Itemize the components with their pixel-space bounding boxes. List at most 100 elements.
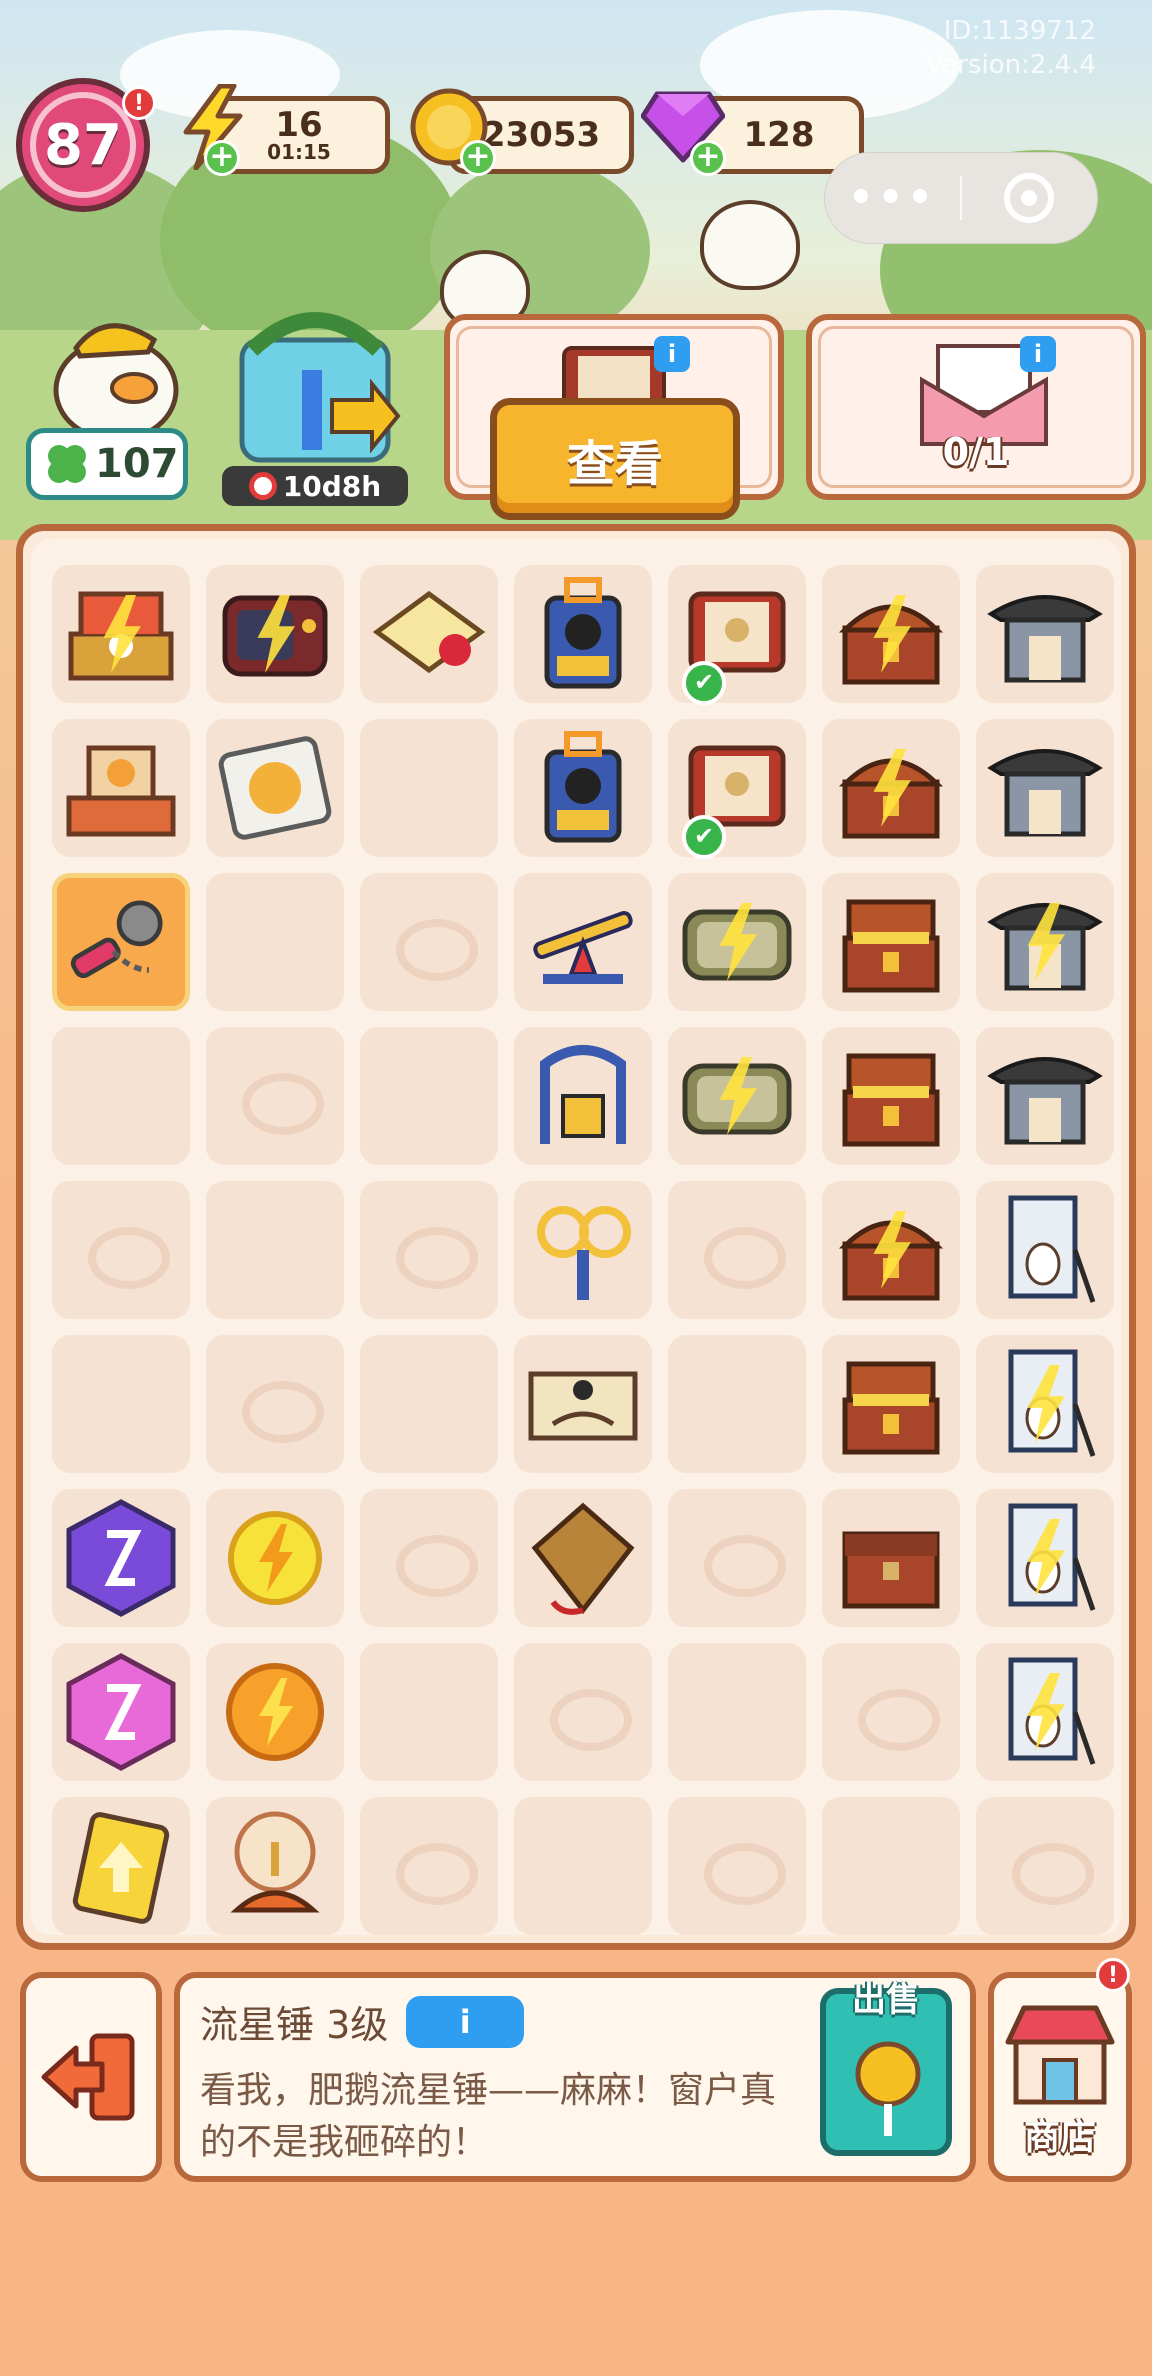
star-counter[interactable]: 107: [26, 428, 188, 500]
board-cell-1-5[interactable]: [822, 719, 960, 857]
close-program-button[interactable]: [962, 173, 1097, 223]
board-cell-8-1[interactable]: [206, 1797, 344, 1935]
swing-item[interactable]: [522, 1035, 644, 1157]
board-cell-5-1[interactable]: [206, 1335, 344, 1473]
board-cell-5-3[interactable]: [514, 1335, 652, 1473]
board-cell-0-6[interactable]: [976, 565, 1114, 703]
board-cell-7-5[interactable]: [822, 1643, 960, 1781]
board-cell-3-1[interactable]: [206, 1027, 344, 1165]
add-coins-button[interactable]: +: [460, 140, 496, 176]
stage-item[interactable]: [60, 727, 182, 849]
energy-coin-item[interactable]: [214, 1497, 336, 1619]
board-cell-1-6[interactable]: [976, 719, 1114, 857]
board-cell-1-0[interactable]: [52, 719, 190, 857]
more-menu-button[interactable]: •••: [825, 175, 960, 221]
meteor-hammer-item[interactable]: [65, 886, 177, 998]
board-cell-3-2[interactable]: [360, 1027, 498, 1165]
energy-orb-item[interactable]: [214, 1651, 336, 1773]
board-cell-8-4[interactable]: [668, 1797, 806, 1935]
chest-open-item[interactable]: [830, 1035, 952, 1157]
mail-card[interactable]: i 0/1: [806, 314, 1146, 500]
board-cell-6-0[interactable]: [52, 1489, 190, 1627]
order-info-icon[interactable]: i: [654, 336, 690, 372]
board-cell-8-0[interactable]: [52, 1797, 190, 1935]
crystal-ball-item[interactable]: [214, 1805, 336, 1927]
board-cell-4-5[interactable]: [822, 1181, 960, 1319]
board-cell-4-6[interactable]: [976, 1181, 1114, 1319]
board-cell-3-0[interactable]: [52, 1027, 190, 1165]
board-cell-7-2[interactable]: [360, 1643, 498, 1781]
board-cell-7-0[interactable]: [52, 1643, 190, 1781]
board-cell-3-5[interactable]: [822, 1027, 960, 1165]
board-cell-5-5[interactable]: [822, 1335, 960, 1473]
wheels-item[interactable]: [522, 1189, 644, 1311]
board-cell-7-4[interactable]: [668, 1643, 806, 1781]
item-info-button[interactable]: i: [406, 1995, 525, 2048]
shop-button[interactable]: 商店: [988, 1972, 1132, 2182]
sell-button[interactable]: 出售: [820, 1980, 952, 2156]
add-gems-button[interactable]: +: [690, 140, 726, 176]
view-button[interactable]: 查看: [490, 398, 740, 520]
board-cell-2-0[interactable]: [52, 873, 190, 1011]
board-cell-1-2[interactable]: [360, 719, 498, 857]
shrine-item[interactable]: [984, 573, 1106, 695]
board-cell-6-6[interactable]: [976, 1489, 1114, 1627]
board-cell-2-6[interactable]: [976, 873, 1114, 1011]
record-item[interactable]: [214, 727, 336, 849]
board-cell-7-3[interactable]: [514, 1643, 652, 1781]
board-cell-8-3[interactable]: [514, 1797, 652, 1935]
board-cell-0-3[interactable]: [514, 565, 652, 703]
duck-avatar[interactable]: [36, 300, 186, 443]
board-cell-7-6[interactable]: [976, 1643, 1114, 1781]
shrine-item[interactable]: [984, 1035, 1106, 1157]
board-cell-6-4[interactable]: [668, 1489, 806, 1627]
board-cell-6-3[interactable]: [514, 1489, 652, 1627]
board-cell-3-3[interactable]: [514, 1027, 652, 1165]
board-cell-0-5[interactable]: [822, 565, 960, 703]
board-cell-2-3[interactable]: [514, 873, 652, 1011]
board-cell-6-5[interactable]: [822, 1489, 960, 1627]
board-cell-1-4[interactable]: ✔: [668, 719, 806, 859]
board-cell-4-0[interactable]: [52, 1181, 190, 1319]
painting-item[interactable]: [984, 1189, 1106, 1311]
board-cell-2-5[interactable]: [822, 873, 960, 1011]
chest-open-item[interactable]: [830, 881, 952, 1003]
board-cell-5-2[interactable]: [360, 1335, 498, 1473]
board-cell-7-1[interactable]: [206, 1643, 344, 1781]
board-cell-8-6[interactable]: [976, 1797, 1114, 1935]
exit-button[interactable]: [20, 1972, 162, 2182]
kite-item[interactable]: [522, 1497, 644, 1619]
seesaw-item[interactable]: [522, 881, 644, 1003]
hourglass-pink-item[interactable]: [60, 1651, 182, 1773]
letter-item[interactable]: [368, 573, 490, 695]
board-cell-3-6[interactable]: [976, 1027, 1114, 1165]
board-cell-1-3[interactable]: [514, 719, 652, 857]
speaker-item[interactable]: [522, 727, 644, 849]
chest-closed-item[interactable]: [830, 1497, 952, 1619]
board-cell-3-4[interactable]: [668, 1027, 806, 1165]
board-cell-4-1[interactable]: [206, 1181, 344, 1319]
board-cell-8-2[interactable]: [360, 1797, 498, 1935]
board-cell-0-0[interactable]: [52, 565, 190, 703]
board-cell-4-3[interactable]: [514, 1181, 652, 1319]
add-energy-button[interactable]: +: [204, 140, 240, 176]
board-cell-4-2[interactable]: [360, 1181, 498, 1319]
board-cell-2-2[interactable]: [360, 873, 498, 1011]
upgrade-card-item[interactable]: [60, 1805, 182, 1927]
speaker-item[interactable]: [522, 573, 644, 695]
hourglass-purple-item[interactable]: [60, 1497, 182, 1619]
board-cell-5-4[interactable]: [668, 1335, 806, 1473]
board-cell-0-4[interactable]: ✔: [668, 565, 806, 705]
board-cell-2-4[interactable]: [668, 873, 806, 1011]
chest-open-item[interactable]: [830, 1343, 952, 1465]
board-cell-4-4[interactable]: [668, 1181, 806, 1319]
board-cell-5-0[interactable]: [52, 1335, 190, 1473]
board-cell-6-1[interactable]: [206, 1489, 344, 1627]
board-cell-1-1[interactable]: [206, 719, 344, 857]
shrine-item[interactable]: [984, 727, 1106, 849]
board-cell-0-1[interactable]: [206, 565, 344, 703]
board-cell-6-2[interactable]: [360, 1489, 498, 1627]
board-cell-2-1[interactable]: [206, 873, 344, 1011]
board-cell-0-2[interactable]: [360, 565, 498, 703]
scroll-ink-item[interactable]: [522, 1343, 644, 1465]
